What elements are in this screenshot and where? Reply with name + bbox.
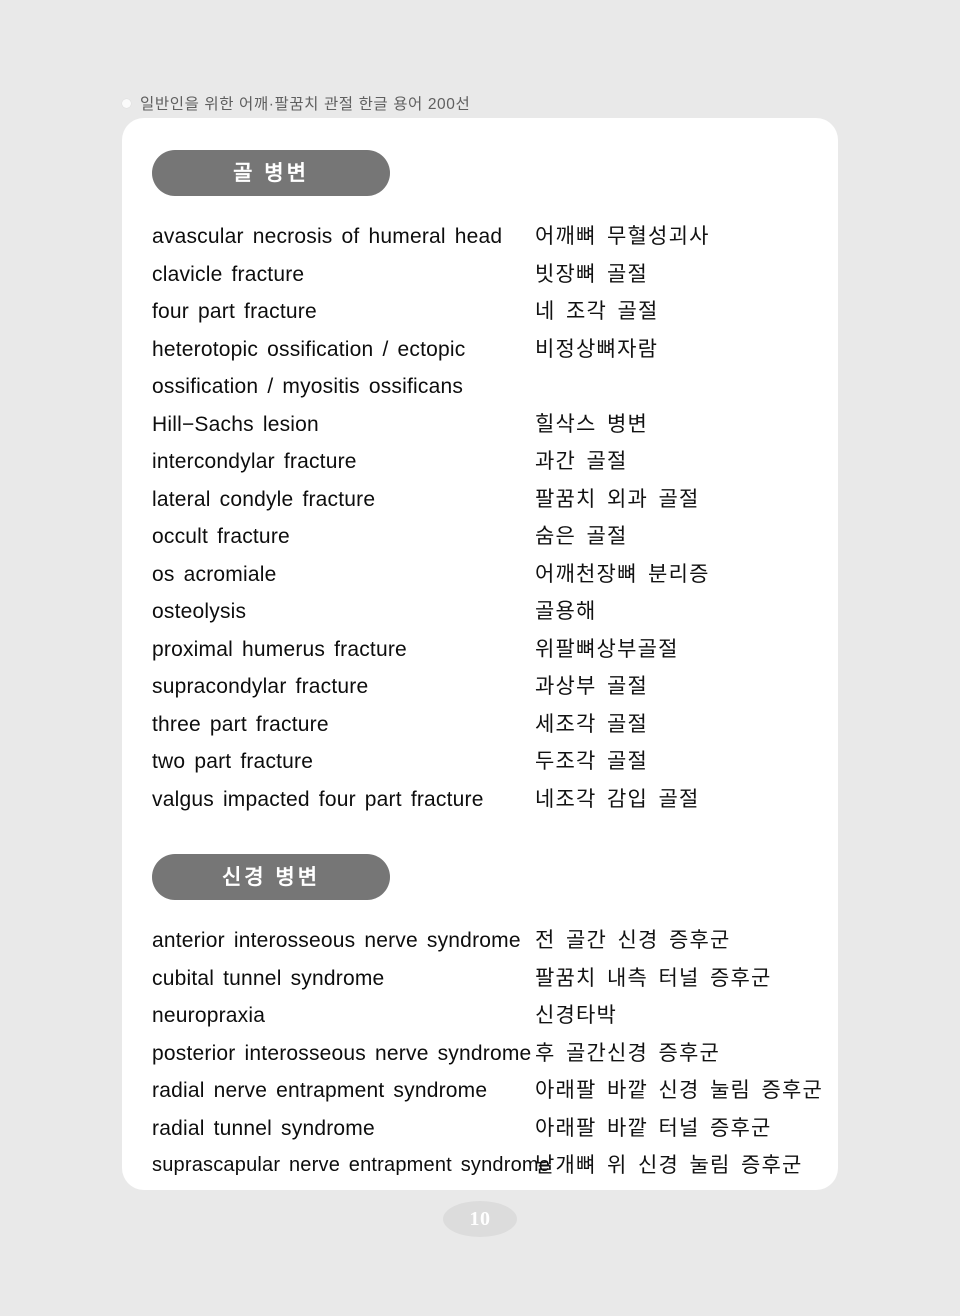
term-row: three part fracture 세조각 골절	[152, 706, 808, 744]
term-row: Hill−Sachs lesion 힐삭스 병변	[152, 406, 808, 444]
term-english: four part fracture	[152, 300, 317, 323]
section-nerve-lesion: 신경 병변 anterior interosseous nerve syndro…	[152, 854, 822, 1185]
term-row: heterotopic ossification / ectopic ossif…	[152, 331, 808, 406]
term-korean: 과간 골절	[535, 449, 628, 473]
term-row: valgus impacted four part fracture 네조각 감…	[152, 781, 808, 819]
term-english: heterotopic ossification / ectopic ossif…	[152, 337, 466, 399]
page-panel: 골 병변 avascular necrosis of humeral head …	[122, 118, 838, 1190]
term-english: avascular necrosis of humeral head	[152, 225, 503, 248]
term-row: neuropraxia 신경타박	[152, 997, 808, 1035]
term-row: proximal humerus fracture 위팔뼈상부골절	[152, 631, 808, 669]
term-english: proximal humerus fracture	[152, 637, 407, 661]
term-english: clavicle fracture	[152, 262, 305, 286]
term-row: supracondylar fracture 과상부 골절	[152, 668, 808, 706]
term-english: two part fracture	[152, 750, 314, 773]
term-row: osteolysis 골용해	[152, 593, 808, 631]
term-korean: 네조각 감입 골절	[535, 786, 700, 811]
term-row: posterior interosseous nerve syndrome 후 …	[152, 1035, 808, 1073]
term-korean: 세조각 골절	[535, 711, 649, 736]
term-english: cubital tunnel syndrome	[152, 966, 385, 990]
term-english: anterior interosseous nerve syndrome	[152, 929, 521, 952]
term-english: radial nerve entrapment syndrome	[152, 1079, 488, 1102]
term-english: Hill−Sachs lesion	[152, 412, 319, 436]
term-row: intercondylar fracture 과간 골절	[152, 443, 808, 481]
term-korean: 아래팔 바깥 터널 증후군	[535, 1115, 772, 1140]
term-row: anterior interosseous nerve syndrome 전 골…	[152, 922, 808, 960]
term-korean: 과상부 골절	[535, 674, 649, 698]
term-korean: 빗장뼈 골절	[535, 261, 649, 286]
term-row: two part fracture 두조각 골절	[152, 743, 808, 781]
term-korean: 네 조각 골절	[535, 299, 659, 323]
term-english: valgus impacted four part fracture	[152, 787, 484, 811]
term-english: lateral condyle fracture	[152, 487, 376, 511]
page-number: 10	[443, 1201, 517, 1237]
term-korean: 팔꿈치 외과 골절	[535, 486, 700, 511]
term-english: radial tunnel syndrome	[152, 1116, 375, 1140]
term-korean: 골용해	[535, 599, 597, 623]
term-row: lateral condyle fracture 팔꿈치 외과 골절	[152, 481, 808, 519]
term-english: posterior interosseous nerve syndrome	[152, 1041, 532, 1065]
term-korean: 어깨천장뼈 분리증	[535, 561, 710, 586]
term-english: suprascapular nerve entrapment syndrome	[152, 1154, 551, 1176]
term-english: os acromiale	[152, 562, 277, 586]
term-korean: 두조각 골절	[535, 749, 649, 773]
term-row: cubital tunnel syndrome 팔꿈치 내측 터널 증후군	[152, 960, 808, 998]
term-list-bone-lesion: avascular necrosis of humeral head 어깨뼈 무…	[152, 218, 808, 818]
term-english: neuropraxia	[152, 1004, 266, 1027]
term-row: suprascapular nerve entrapment syndrome …	[152, 1147, 808, 1185]
term-row: os acromiale 어깨천장뼈 분리증	[152, 556, 808, 594]
term-korean: 힐삭스 병변	[535, 411, 649, 436]
term-row: four part fracture 네 조각 골절	[152, 293, 808, 331]
term-english: supracondylar fracture	[152, 675, 369, 698]
term-korean: 팔꿈치 내측 터널 증후군	[535, 965, 772, 990]
term-korean: 아래팔 바깥 신경 눌림 증후군	[535, 1078, 824, 1102]
term-korean: 신경타박	[535, 1003, 618, 1027]
term-korean: 날개뼈 위 신경 눌림 증후군	[535, 1153, 803, 1177]
term-row: radial tunnel syndrome 아래팔 바깥 터널 증후군	[152, 1110, 808, 1148]
term-row: avascular necrosis of humeral head 어깨뼈 무…	[152, 218, 808, 256]
term-english: intercondylar fracture	[152, 450, 357, 473]
term-korean: 위팔뼈상부골절	[535, 636, 679, 661]
section-badge-nerve-lesion: 신경 병변	[152, 854, 390, 900]
term-korean: 어깨뼈 무혈성괴사	[535, 224, 710, 248]
term-english: osteolysis	[152, 600, 247, 623]
term-korean: 숨은 골절	[535, 524, 628, 548]
section-bone-lesion: 골 병변 avascular necrosis of humeral head …	[152, 150, 808, 818]
term-row: occult fracture 숨은 골절	[152, 518, 808, 556]
term-english: occult fracture	[152, 525, 290, 548]
term-list-nerve-lesion: anterior interosseous nerve syndrome 전 골…	[152, 922, 822, 1185]
term-row: clavicle fracture 빗장뼈 골절	[152, 256, 808, 294]
running-header: 일반인을 위한 어깨·팔꿈치 관절 한글 용어 200선	[122, 88, 470, 118]
running-header-title: 일반인을 위한 어깨·팔꿈치 관절 한글 용어 200선	[140, 96, 471, 113]
bullet-dot-icon	[122, 98, 131, 108]
section-badge-bone-lesion: 골 병변	[152, 150, 390, 196]
term-korean: 비정상뼈자람	[535, 336, 659, 361]
term-korean: 후 골간신경 증후군	[535, 1040, 721, 1065]
term-korean: 전 골간 신경 증후군	[535, 928, 731, 952]
term-row: radial nerve entrapment syndrome 아래팔 바깥 …	[152, 1072, 822, 1110]
term-english: three part fracture	[152, 712, 329, 736]
